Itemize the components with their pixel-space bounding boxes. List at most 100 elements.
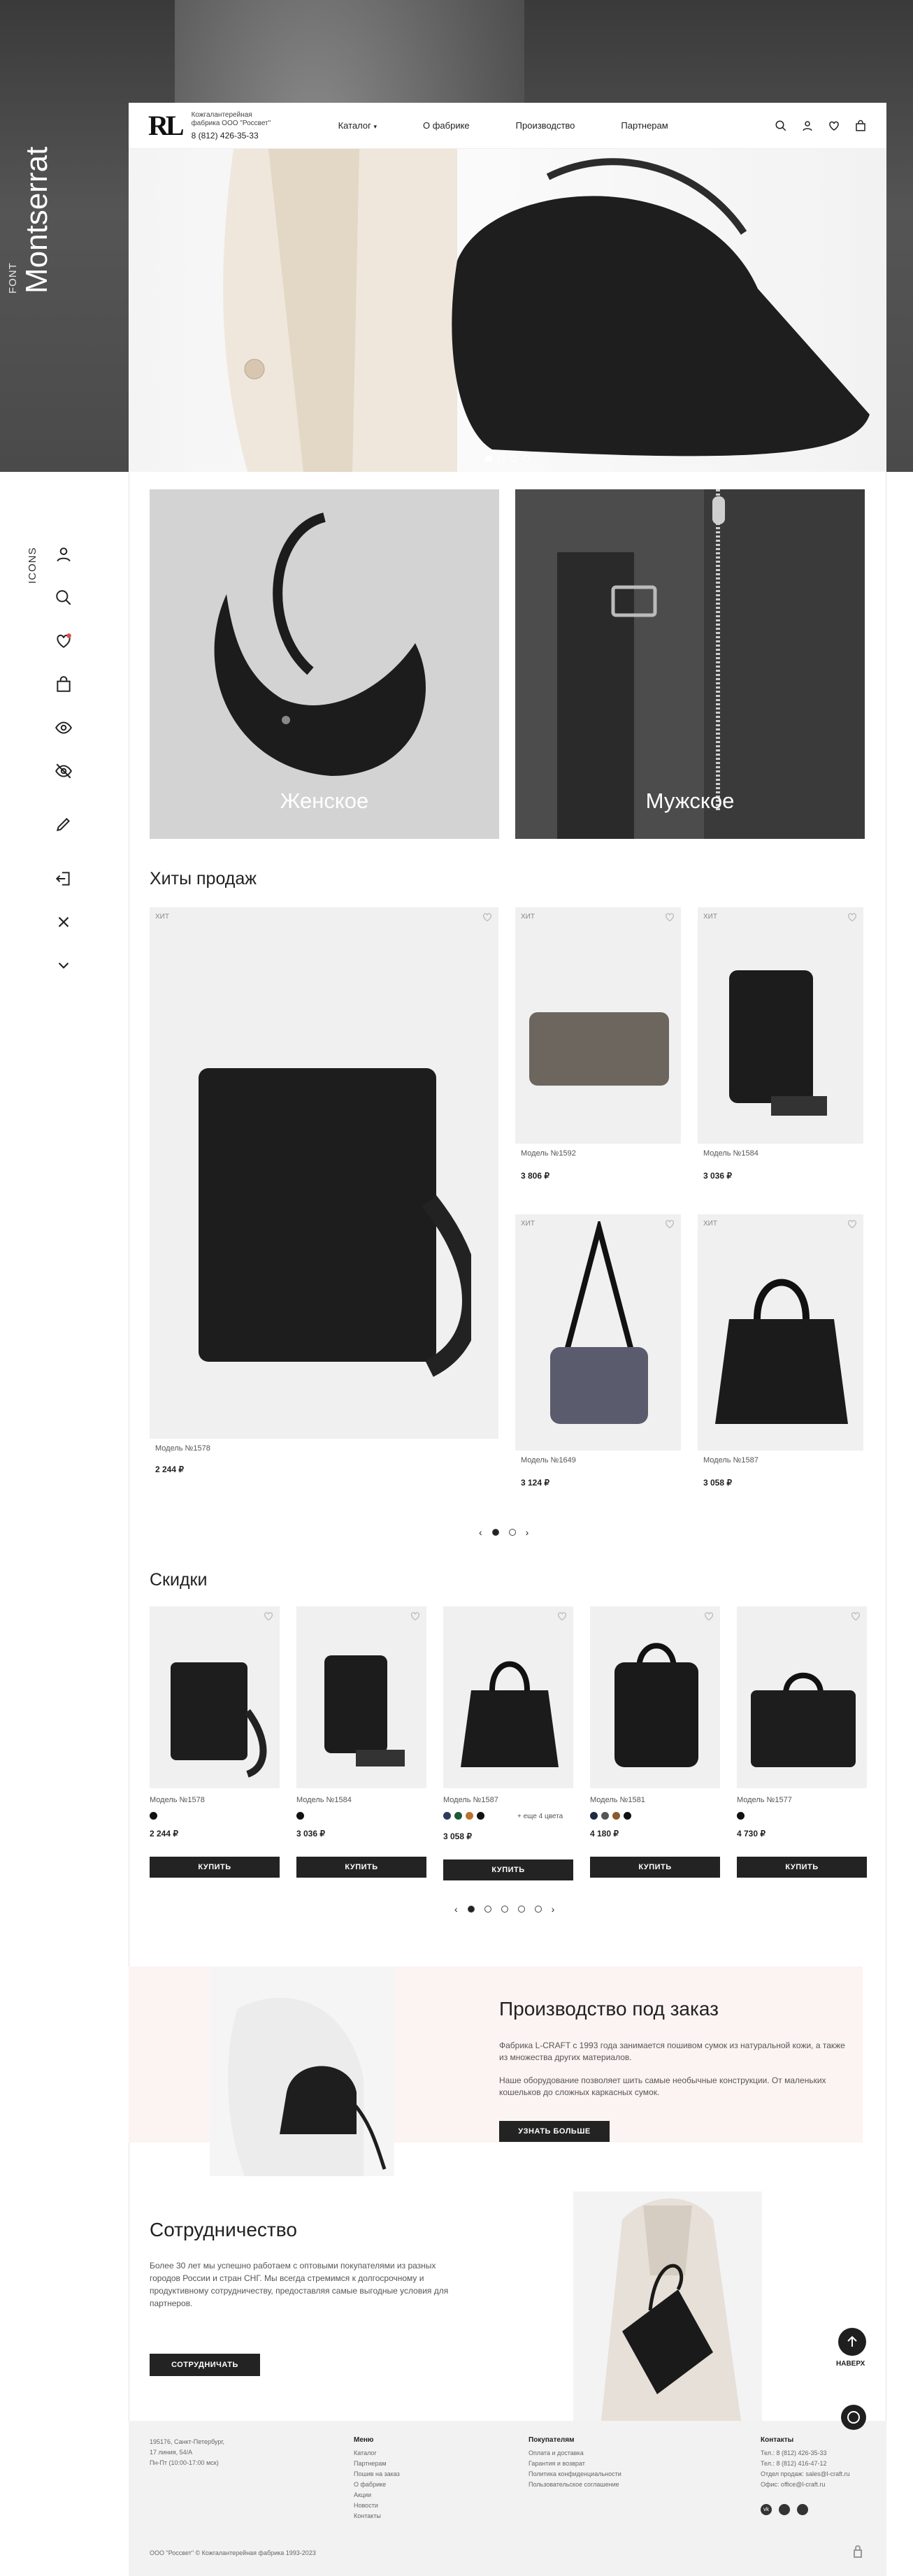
chat-button[interactable] [841,2405,866,2430]
buy-button[interactable]: КУПИТЬ [150,1857,280,1878]
discount-card[interactable] [590,1606,720,1788]
footer-email[interactable]: Отдел продаж: sales@l-craft.ru [761,2469,850,2480]
pager-dot[interactable] [501,1906,508,1913]
buy-button[interactable]: КУПИТЬ [590,1857,720,1878]
heart-icon[interactable] [664,912,675,923]
hero-dot[interactable] [510,455,517,462]
discount-card[interactable] [737,1606,867,1788]
product-price: 3 806 ₽ [521,1171,549,1181]
learn-more-button[interactable]: УЗНАТЬ БОЛЬШЕ [499,2121,610,2142]
heart-icon[interactable] [410,1611,421,1622]
nav-production[interactable]: Производство [516,120,575,131]
heart-icon[interactable] [850,1611,861,1622]
footer-link[interactable]: Каталог [354,2448,400,2459]
swatch[interactable] [150,1812,157,1820]
swatch[interactable] [454,1812,462,1820]
footer-link[interactable]: Контакты [354,2511,400,2521]
heart-icon[interactable] [664,1218,675,1230]
hero-dot[interactable] [498,455,505,462]
bag-icon[interactable] [854,120,867,132]
swatch[interactable] [590,1812,598,1820]
footer-email[interactable]: Офис: office@l-craft.ru [761,2480,850,2490]
swatch[interactable] [296,1812,304,1820]
swatch[interactable] [601,1812,609,1820]
product-model: Модель №1577 [737,1796,792,1804]
hero-dot[interactable] [523,455,530,462]
logout-icon [55,872,70,886]
scroll-top-button[interactable] [838,2328,866,2356]
pager-dot[interactable] [517,1906,525,1913]
more-colors[interactable]: + еще 4 цвета [517,1813,563,1820]
chevron-right-icon[interactable]: › [552,1904,555,1915]
pager-dot[interactable] [508,1529,516,1536]
address-line: 195176, Санкт-Петербург, [150,2438,225,2445]
user-icon[interactable] [801,120,814,132]
swatch[interactable] [466,1812,473,1820]
pager-dot[interactable] [467,1906,475,1913]
heart-icon[interactable] [556,1611,568,1622]
pager-dot[interactable] [491,1529,499,1536]
vk-icon[interactable]: vk [761,2504,772,2515]
footer-link[interactable]: Гарантия и возврат [529,2459,621,2469]
discount-card[interactable] [296,1606,426,1788]
discount-card[interactable] [443,1606,573,1788]
footer-link[interactable]: Партнерам [354,2459,400,2469]
heart-icon[interactable] [847,912,858,923]
buy-button[interactable]: КУПИТЬ [737,1857,867,1878]
product-card[interactable]: ХИТ [515,1214,681,1451]
chevron-left-icon[interactable]: ‹ [454,1904,458,1915]
telegram-icon[interactable] [797,2504,808,2515]
cooperate-button[interactable]: СОТРУДНИЧАТЬ [150,2354,260,2376]
category-men[interactable]: Мужское [515,489,865,839]
heart-icon[interactable] [482,912,493,923]
discount-card[interactable] [150,1606,280,1788]
heart-icon[interactable] [703,1611,714,1622]
nav-partners[interactable]: Партнерам [621,120,668,131]
category-women[interactable]: Женское [150,489,499,839]
product-price: 4 730 ₽ [737,1829,765,1839]
footer-link[interactable]: Политика конфиденциальности [529,2469,621,2480]
footer-link[interactable]: Новости [354,2501,400,2511]
product-price: 3 124 ₽ [521,1478,549,1488]
footer-link[interactable]: Оплата и доставка [529,2448,621,2459]
swatch[interactable] [612,1812,620,1820]
nav-about[interactable]: О фабрике [423,120,470,131]
product-image [529,1012,669,1086]
ok-icon[interactable] [779,2504,790,2515]
pager-dot[interactable] [484,1906,491,1913]
swatch[interactable] [624,1812,631,1820]
chevron-left-icon[interactable]: ‹ [479,1527,482,1538]
swatch[interactable] [443,1812,451,1820]
header-phone[interactable]: 8 (812) 426-35-33 [192,131,296,141]
nav-catalog[interactable]: Каталог ▾ [338,120,377,131]
footer-link[interactable]: Акции [354,2490,400,2501]
product-model: Модель №1649 [521,1456,576,1465]
product-price: 3 036 ₽ [296,1829,325,1839]
swatch[interactable] [737,1812,745,1820]
footer-link[interactable]: Пошив на заказ [354,2469,400,2480]
hero-dot[interactable] [485,455,492,462]
product-card[interactable]: ХИТ [698,907,863,1144]
product-image [199,1068,471,1377]
product-price: 3 036 ₽ [703,1171,732,1181]
scroll-top-label: НАВЕРХ [836,2360,865,2368]
product-card[interactable]: ХИТ [515,907,681,1144]
search-icon[interactable] [775,120,787,132]
pager-dot[interactable] [534,1906,542,1913]
swatch[interactable] [477,1812,484,1820]
chevron-right-icon[interactable]: › [526,1527,529,1538]
buy-button[interactable]: КУПИТЬ [296,1857,426,1878]
product-card[interactable]: ХИТ [698,1214,863,1451]
product-model: Модель №1578 [150,1796,205,1804]
logo[interactable]: RL [148,109,185,142]
footer-link[interactable]: О фабрике [354,2480,400,2490]
footer-phone[interactable]: Тел.: 8 (812) 426-35-33 [761,2448,850,2459]
footer-link[interactable]: Пользовательское соглашение [529,2480,621,2490]
heart-icon[interactable] [263,1611,274,1622]
footer-buyers: Покупателям Оплата и доставка Гарантия и… [529,2435,621,2490]
buy-button[interactable]: КУПИТЬ [443,1859,573,1880]
product-card[interactable]: ХИТ [150,907,498,1439]
heart-icon[interactable] [847,1218,858,1230]
footer-phone[interactable]: Тел.: 8 (812) 416-47-12 [761,2459,850,2469]
heart-icon[interactable] [828,120,840,132]
